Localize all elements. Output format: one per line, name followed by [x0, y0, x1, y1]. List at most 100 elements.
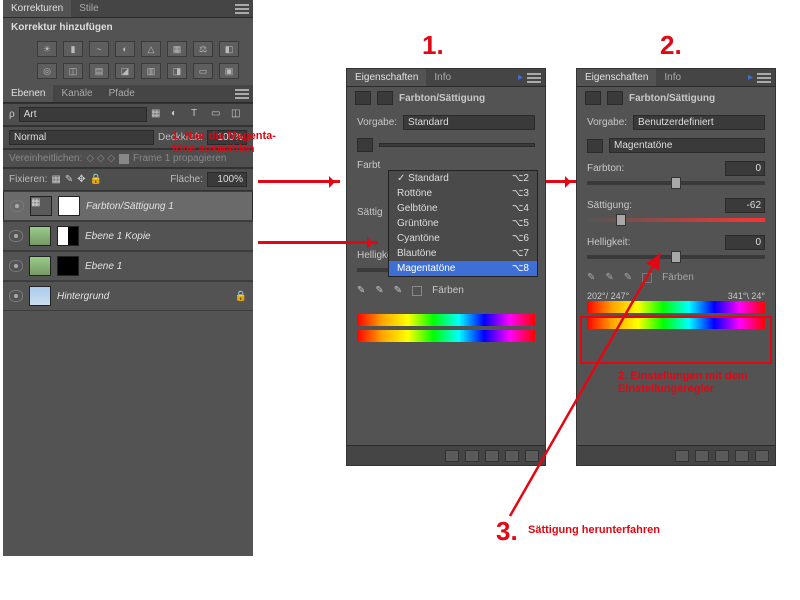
visibility-icon[interactable] [9, 230, 23, 242]
layer-filter-select[interactable]: Art [19, 107, 147, 122]
anno-text-step2: 2. Einstellungen mit dem Einstellungsreg… [618, 370, 758, 396]
dropdown-item-rot[interactable]: Rottöne⌥3 [389, 186, 537, 201]
reset-icon[interactable] [485, 450, 499, 462]
adj-invert-icon[interactable]: ◪ [115, 63, 135, 79]
light-input[interactable]: 0 [725, 235, 765, 250]
panel-menu-icon[interactable] [757, 73, 771, 83]
layer-mask[interactable] [58, 196, 80, 216]
filter-type-icon[interactable]: T [191, 108, 207, 122]
adj-posterize-icon[interactable]: ▥ [141, 63, 161, 79]
adj-curves-icon[interactable]: ~ [89, 41, 109, 57]
eyedropper-icon[interactable]: ✎ [357, 285, 365, 296]
filter-pixel-icon[interactable]: ▦ [151, 108, 167, 122]
tab-ebenen[interactable]: Ebenen [3, 85, 53, 102]
filter-smart-icon[interactable]: ◫ [231, 108, 247, 122]
tab-kanaele[interactable]: Kanäle [53, 85, 100, 102]
lock-all-icon[interactable]: 🔒 [90, 174, 102, 185]
layer-ebene1-kopie[interactable]: Ebene 1 Kopie [3, 221, 253, 251]
adj-bw-icon[interactable]: ◧ [219, 41, 239, 57]
propagate-checkbox[interactable] [119, 154, 129, 164]
finger-tool-icon[interactable] [587, 139, 603, 153]
filter-shape-icon[interactable]: ▭ [211, 108, 227, 122]
tab-info[interactable]: Info [426, 69, 459, 86]
eyedropper-icon[interactable]: ✎ [587, 272, 595, 283]
hue-input[interactable]: 0 [725, 161, 765, 176]
reset-icon[interactable] [715, 450, 729, 462]
tab-stile[interactable]: Stile [71, 0, 106, 17]
blend-mode-select[interactable]: Normal [9, 130, 154, 145]
dropdown-item-gruen[interactable]: Grüntöne⌥5 [389, 216, 537, 231]
filter-adjust-icon[interactable]: ◐ [171, 108, 187, 122]
adj-vibrance-icon[interactable]: △ [141, 41, 161, 57]
visibility-icon[interactable] [9, 260, 23, 272]
trash-icon[interactable] [755, 450, 769, 462]
dropdown-item-gelb[interactable]: Gelbtöne⌥4 [389, 201, 537, 216]
hue-slider[interactable] [587, 176, 765, 190]
layer-thumb[interactable] [29, 286, 51, 306]
tab-info[interactable]: Info [656, 69, 689, 86]
sat-label: Sättigung: [587, 200, 632, 211]
colorize-checkbox[interactable] [412, 286, 422, 296]
adj-gradmap-icon[interactable]: ▭ [193, 63, 213, 79]
layers-panel-menu-icon[interactable] [235, 89, 249, 99]
panel-menu-icon[interactable] [235, 4, 249, 14]
channel-select[interactable]: Magentatöne [609, 138, 765, 153]
eyedropper-minus-icon[interactable]: ✎ [624, 272, 632, 283]
light-slider[interactable] [587, 250, 765, 264]
preset-select[interactable]: Standard [403, 115, 535, 130]
eyedropper-plus-icon[interactable]: ✎ [605, 272, 613, 283]
view-prev-icon[interactable] [465, 450, 479, 462]
tab-korrekturen[interactable]: Korrekturen [3, 0, 71, 17]
lock-position-icon[interactable]: ✥ [77, 174, 85, 185]
adj-threshold-icon[interactable]: ◨ [167, 63, 187, 79]
eyedropper-plus-icon[interactable]: ✎ [375, 285, 383, 296]
adj-levels-icon[interactable]: ▮ [63, 41, 83, 57]
visibility-icon[interactable] [10, 200, 24, 212]
adj-channelmixer-icon[interactable]: ◫ [63, 63, 83, 79]
lock-transparency-icon[interactable]: ▦ [51, 174, 60, 185]
finger-tool-icon[interactable] [357, 138, 373, 152]
layer-huesat[interactable]: ▦ Farbton/Sättigung 1 [3, 191, 253, 221]
spectrum-top[interactable] [587, 301, 765, 313]
adj-photofilter-icon[interactable]: ◎ [37, 63, 57, 79]
toggle-vis-icon[interactable] [735, 450, 749, 462]
adj-colorlookup-icon[interactable]: ▤ [89, 63, 109, 79]
layer-name: Hintergrund [57, 291, 109, 302]
visibility-icon[interactable] [9, 290, 23, 302]
channel-select[interactable] [379, 143, 535, 147]
tab-eigenschaften[interactable]: Eigenschaften [577, 69, 656, 86]
adj-brightness-icon[interactable]: ☀ [37, 41, 57, 57]
fill-input[interactable]: 100% [207, 172, 247, 187]
preset-select[interactable]: Benutzerdefiniert [633, 115, 765, 130]
adj-selectivecolor-icon[interactable]: ▣ [219, 63, 239, 79]
layer-thumb[interactable] [29, 226, 51, 246]
lock-label: Fixieren: [9, 174, 47, 185]
layer-thumb[interactable] [29, 256, 51, 276]
layer-thumb[interactable]: ▦ [30, 196, 52, 216]
dropdown-item-cyan[interactable]: Cyantöne⌥6 [389, 231, 537, 246]
tab-eigenschaften[interactable]: Eigenschaften [347, 69, 426, 86]
view-prev-icon[interactable] [695, 450, 709, 462]
layer-ebene1[interactable]: Ebene 1 [3, 251, 253, 281]
layer-hintergrund[interactable]: Hintergrund 🔒 [3, 281, 253, 311]
adj-colorbalance-icon[interactable]: ⚖ [193, 41, 213, 57]
dropdown-item-blau[interactable]: Blautöne⌥7 [389, 246, 537, 261]
adj-hue-icon[interactable]: ▦ [167, 41, 187, 57]
eyedropper-minus-icon[interactable]: ✎ [394, 285, 402, 296]
layers-tabbar: Ebenen Kanäle Pfade [3, 85, 253, 103]
layer-mask[interactable] [57, 226, 79, 246]
sat-input[interactable]: -62 [725, 198, 765, 213]
colorize-checkbox[interactable] [642, 273, 652, 283]
dropdown-item-magenta[interactable]: Magentatöne⌥8 [389, 261, 537, 276]
lock-pixels-icon[interactable]: ✎ [65, 174, 73, 185]
adj-exposure-icon[interactable]: ◐ [115, 41, 135, 57]
clip-icon[interactable] [675, 450, 689, 462]
dropdown-item-standard[interactable]: ✓ Standard⌥2 [389, 171, 537, 186]
sat-slider[interactable] [587, 213, 765, 227]
panel-menu-icon[interactable] [527, 73, 541, 83]
clip-icon[interactable] [445, 450, 459, 462]
toggle-vis-icon[interactable] [505, 450, 519, 462]
trash-icon[interactable] [525, 450, 539, 462]
layer-mask[interactable] [57, 256, 79, 276]
tab-pfade[interactable]: Pfade [101, 85, 143, 102]
